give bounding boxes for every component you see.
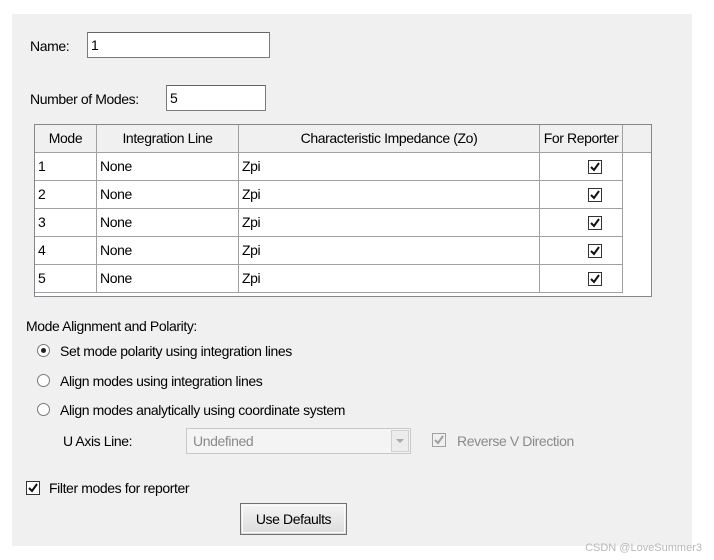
table-row[interactable]: 1 None Zpi bbox=[35, 153, 623, 181]
checkmark-icon bbox=[590, 274, 600, 284]
number-of-modes-label: Number of Modes: bbox=[30, 91, 139, 107]
mode-alignment-label: Mode Alignment and Polarity: bbox=[26, 318, 197, 334]
cell-integration-line[interactable]: None bbox=[97, 237, 239, 264]
column-header-mode[interactable]: Mode bbox=[35, 125, 97, 153]
cell-characteristic-impedance[interactable]: Zpi bbox=[239, 265, 540, 292]
u-axis-line-label: U Axis Line: bbox=[63, 433, 133, 449]
checkmark-icon bbox=[434, 435, 444, 445]
column-header-filler bbox=[623, 125, 651, 153]
cell-integration-line[interactable]: None bbox=[97, 265, 239, 292]
radio-label-align-integration-lines[interactable]: Align modes using integration lines bbox=[60, 373, 263, 389]
cell-for-reporter bbox=[540, 237, 623, 264]
cell-for-reporter bbox=[540, 153, 623, 180]
cell-mode[interactable]: 5 bbox=[35, 265, 97, 292]
u-axis-line-select[interactable]: Undefined bbox=[186, 428, 411, 454]
chevron-down-icon bbox=[396, 439, 404, 443]
modes-table: Mode Integration Line Characteristic Imp… bbox=[34, 124, 652, 297]
cell-mode[interactable]: 3 bbox=[35, 209, 97, 236]
table-row[interactable]: 4 None Zpi bbox=[35, 237, 623, 265]
cell-integration-line[interactable]: None bbox=[97, 153, 239, 180]
dropdown-button[interactable] bbox=[391, 430, 409, 452]
table-row[interactable]: 5 None Zpi bbox=[35, 265, 623, 293]
table-row[interactable]: 2 None Zpi bbox=[35, 181, 623, 209]
checkmark-icon bbox=[590, 218, 600, 228]
cell-for-reporter bbox=[540, 209, 623, 236]
use-defaults-button[interactable]: Use Defaults bbox=[240, 503, 347, 535]
filter-modes-label[interactable]: Filter modes for reporter bbox=[49, 480, 190, 496]
radio-selected-dot-icon bbox=[41, 348, 46, 353]
cell-mode[interactable]: 2 bbox=[35, 181, 97, 208]
column-header-for-reporter[interactable]: For Reporter bbox=[540, 125, 623, 153]
cell-characteristic-impedance[interactable]: Zpi bbox=[239, 237, 540, 264]
name-field[interactable]: 1 bbox=[87, 32, 270, 58]
cell-characteristic-impedance[interactable]: Zpi bbox=[239, 181, 540, 208]
column-header-characteristic-impedance[interactable]: Characteristic Impedance (Zo) bbox=[239, 125, 540, 153]
cell-integration-line[interactable]: None bbox=[97, 181, 239, 208]
radio-label-align-analytically[interactable]: Align modes analytically using coordinat… bbox=[60, 402, 345, 418]
cell-mode[interactable]: 4 bbox=[35, 237, 97, 264]
watermark: CSDN @LoveSummer3 bbox=[585, 542, 702, 554]
checkmark-icon bbox=[590, 246, 600, 256]
filter-modes-checkbox[interactable] bbox=[26, 481, 40, 495]
modes-setup-dialog: { "name_label": "Name:", "name_value": "… bbox=[0, 0, 714, 560]
for-reporter-checkbox[interactable] bbox=[588, 244, 602, 258]
cell-characteristic-impedance[interactable]: Zpi bbox=[239, 153, 540, 180]
column-header-integration-line[interactable]: Integration Line bbox=[97, 125, 239, 153]
radio-label-set-mode-polarity[interactable]: Set mode polarity using integration line… bbox=[60, 343, 292, 359]
cell-mode[interactable]: 1 bbox=[35, 153, 97, 180]
cell-for-reporter bbox=[540, 181, 623, 208]
checkmark-icon bbox=[590, 190, 600, 200]
for-reporter-checkbox[interactable] bbox=[588, 160, 602, 174]
for-reporter-checkbox[interactable] bbox=[588, 216, 602, 230]
name-label: Name: bbox=[30, 38, 70, 54]
checkmark-icon bbox=[28, 483, 38, 493]
cell-integration-line[interactable]: None bbox=[97, 209, 239, 236]
table-row[interactable]: 3 None Zpi bbox=[35, 209, 623, 237]
reverse-v-direction-checkbox[interactable] bbox=[432, 433, 446, 447]
for-reporter-checkbox[interactable] bbox=[588, 188, 602, 202]
cell-characteristic-impedance[interactable]: Zpi bbox=[239, 209, 540, 236]
for-reporter-checkbox[interactable] bbox=[588, 272, 602, 286]
radio-align-analytically[interactable] bbox=[37, 403, 50, 416]
checkmark-icon bbox=[590, 162, 600, 172]
radio-align-integration-lines[interactable] bbox=[37, 374, 50, 387]
cell-for-reporter bbox=[540, 265, 623, 292]
number-of-modes-field[interactable]: 5 bbox=[166, 85, 266, 111]
reverse-v-direction-label[interactable]: Reverse V Direction bbox=[457, 433, 574, 449]
u-axis-line-value: Undefined bbox=[193, 433, 254, 449]
radio-set-mode-polarity[interactable] bbox=[37, 344, 50, 357]
